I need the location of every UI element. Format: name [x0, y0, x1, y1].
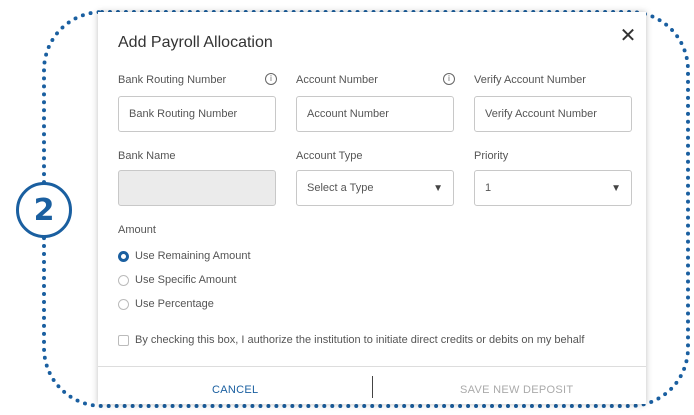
priority-select[interactable]: 1 ▼	[474, 170, 632, 206]
radio-label: Use Remaining Amount	[135, 250, 251, 262]
routing-number-placeholder: Bank Routing Number	[129, 108, 238, 120]
chevron-down-icon: ▼	[611, 183, 621, 194]
footer-button-divider	[372, 376, 373, 398]
save-new-deposit-button[interactable]: SAVE NEW DEPOSIT	[460, 384, 573, 396]
footer-divider-line	[98, 366, 646, 367]
account-type-label: Account Type	[296, 150, 363, 162]
radio-use-specific-amount[interactable]: Use Specific Amount	[118, 274, 237, 286]
priority-label: Priority	[474, 150, 509, 162]
bank-name-field	[118, 170, 276, 206]
add-payroll-allocation-modal: Add Payroll Allocation ✕ Bank Routing Nu…	[98, 12, 646, 404]
routing-info-icon[interactable]: i	[265, 73, 277, 85]
authorization-checkbox-row[interactable]: By checking this box, I authorize the in…	[118, 334, 584, 346]
radio-button[interactable]	[118, 274, 129, 286]
close-icon[interactable]: ✕	[618, 26, 638, 46]
step-number-badge: 2	[16, 182, 72, 238]
authorization-checkbox[interactable]	[118, 334, 129, 346]
account-number-label: Account Number	[296, 74, 378, 86]
cancel-button[interactable]: CANCEL	[212, 384, 258, 396]
chevron-down-icon: ▼	[433, 183, 443, 194]
routing-number-input[interactable]: Bank Routing Number	[118, 96, 276, 132]
modal-title: Add Payroll Allocation	[118, 34, 273, 51]
amount-label: Amount	[118, 224, 156, 236]
account-number-input[interactable]: Account Number	[296, 96, 454, 132]
verify-account-placeholder: Verify Account Number	[485, 108, 597, 120]
account-info-icon[interactable]: i	[443, 73, 455, 85]
verify-account-label: Verify Account Number	[474, 74, 586, 86]
radio-label: Use Percentage	[135, 298, 214, 310]
radio-label: Use Specific Amount	[135, 274, 237, 286]
account-type-selected: Select a Type	[307, 182, 374, 194]
priority-selected: 1	[485, 182, 492, 194]
authorization-label: By checking this box, I authorize the in…	[135, 334, 585, 346]
radio-button-checked[interactable]	[118, 250, 129, 262]
radio-use-remaining-amount[interactable]: Use Remaining Amount	[118, 250, 251, 262]
routing-number-label: Bank Routing Number	[118, 74, 227, 86]
verify-account-input[interactable]: Verify Account Number	[474, 96, 632, 132]
account-type-select[interactable]: Select a Type ▼	[296, 170, 454, 206]
account-number-placeholder: Account Number	[307, 108, 389, 120]
bank-name-label: Bank Name	[118, 150, 176, 162]
radio-button[interactable]	[118, 298, 129, 310]
radio-use-percentage[interactable]: Use Percentage	[118, 298, 214, 310]
